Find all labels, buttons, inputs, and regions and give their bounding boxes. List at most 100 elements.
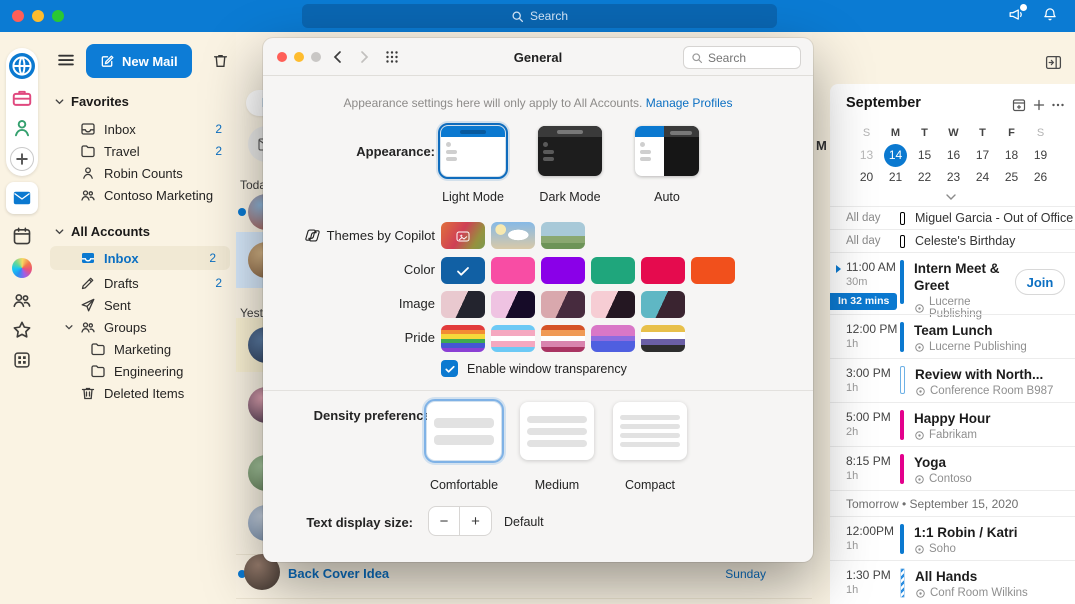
day-cell[interactable]: 13: [860, 148, 873, 162]
image-swatch-balloons[interactable]: [491, 291, 535, 318]
theme-swatch-city[interactable]: [541, 222, 585, 249]
minimize-button[interactable]: [32, 10, 44, 22]
image-swatch-beach[interactable]: [641, 291, 685, 318]
sidebar-item-engineering[interactable]: Engineering: [44, 360, 236, 382]
color-swatch-pink[interactable]: [491, 257, 535, 284]
sidebar-item-deleted-items[interactable]: Deleted Items: [44, 382, 236, 404]
sidebar-item-inbox-selected[interactable]: Inbox 2: [50, 246, 230, 270]
close-button[interactable]: [12, 10, 24, 22]
announcements-icon[interactable]: [1007, 6, 1025, 24]
sidebar-item-contoso-marketing[interactable]: Contoso Marketing: [44, 184, 236, 206]
event-intern-meet-greet[interactable]: 11:00 AM 30m Intern Meet & Greet Lucerne…: [830, 252, 1075, 314]
nav-mail-selected[interactable]: [6, 182, 38, 214]
folder-icon: [80, 143, 96, 159]
density-option-medium[interactable]: [520, 402, 594, 460]
sidebar-item-groups[interactable]: Groups: [44, 316, 236, 338]
all-accounts-section-header[interactable]: All Accounts: [54, 224, 150, 239]
decrease-text-size-button[interactable]: −: [428, 506, 460, 536]
account-avatar-globe[interactable]: [9, 53, 35, 79]
event-all-hands[interactable]: 1:30 PM 1h All Hands Conf Room Wilkins: [830, 560, 1075, 604]
person-account-icon[interactable]: [11, 117, 33, 139]
color-swatch-purple[interactable]: [541, 257, 585, 284]
day-cell[interactable]: 20: [860, 170, 873, 184]
dialog-titlebar: General: [263, 38, 813, 76]
chevron-down-icon[interactable]: [64, 322, 74, 332]
theme-swatch-copilot-generate[interactable]: [441, 222, 485, 249]
event-robin-katri[interactable]: 12:00PM 1h 1:1 Robin / Katri Soho: [830, 516, 1075, 560]
pride-swatch-lesbian[interactable]: [541, 325, 585, 352]
day-cell-selected[interactable]: 14: [884, 144, 907, 167]
sidebar-item-robin-counts[interactable]: Robin Counts: [44, 162, 236, 184]
event-happy-hour[interactable]: 5:00 PM 2h Happy Hour Fabrikam: [830, 402, 1075, 446]
day-cell[interactable]: 15: [918, 148, 931, 162]
new-event-plus-icon[interactable]: [1031, 97, 1047, 113]
new-mail-label: New Mail: [122, 54, 178, 69]
theme-swatch-sky[interactable]: [491, 222, 535, 249]
event-team-lunch[interactable]: 12:00 PM 1h Team Lunch Lucerne Publishin…: [830, 314, 1075, 358]
day-cell[interactable]: 19: [1034, 148, 1047, 162]
density-option-compact[interactable]: [613, 402, 687, 460]
manage-profiles-link[interactable]: Manage Profiles: [646, 96, 733, 110]
color-swatch-green[interactable]: [591, 257, 635, 284]
pride-swatch-bisexual[interactable]: [591, 325, 635, 352]
color-swatch-orange[interactable]: [691, 257, 735, 284]
color-swatch-red[interactable]: [641, 257, 685, 284]
appearance-option-dark[interactable]: [538, 126, 602, 176]
sidebar-item-drafts[interactable]: Drafts 2: [44, 272, 236, 294]
collapse-panel-icon[interactable]: [1045, 54, 1062, 71]
day-cell[interactable]: 25: [1005, 170, 1018, 184]
sidebar-item-marketing[interactable]: Marketing: [44, 338, 236, 360]
image-swatch-sunset-road[interactable]: [541, 291, 585, 318]
favorites-section-header[interactable]: Favorites: [54, 94, 129, 109]
nav-copilot-icon[interactable]: [12, 258, 32, 278]
transparency-checkbox-checked[interactable]: [441, 360, 458, 377]
day-cell[interactable]: 16: [947, 148, 960, 162]
day-cell[interactable]: 21: [889, 170, 902, 184]
event-miguel-ooo[interactable]: All day Miguel Garcia - Out of Office: [830, 206, 1075, 229]
nav-people-icon[interactable]: [12, 290, 32, 310]
expand-month-chevron-icon[interactable]: [944, 190, 958, 204]
increase-text-size-button[interactable]: +: [460, 506, 492, 536]
message-row-partial[interactable]: [236, 598, 812, 604]
event-review-north[interactable]: 3:00 PM 1h Review with North... Conferen…: [830, 358, 1075, 402]
image-swatch-flowers[interactable]: [591, 291, 635, 318]
nav-calendar-icon[interactable]: [12, 226, 32, 246]
day-cell[interactable]: 17: [976, 148, 989, 162]
flag-stripe: [441, 348, 485, 353]
event-yoga[interactable]: 8:15 PM 1h Yoga Contoso: [830, 446, 1075, 490]
day-cell[interactable]: 24: [976, 170, 989, 184]
day-cell[interactable]: 23: [947, 170, 960, 184]
pride-swatch-rainbow[interactable]: [441, 325, 485, 352]
calendar-view-icon[interactable]: [1011, 97, 1027, 113]
pride-swatch-transgender[interactable]: [491, 325, 535, 352]
day-cell[interactable]: 18: [1005, 148, 1018, 162]
image-swatch-mountains[interactable]: [441, 291, 485, 318]
dialog-search-input[interactable]: [708, 51, 788, 65]
global-search-bar[interactable]: Search: [302, 4, 777, 28]
briefcase-account-icon[interactable]: [11, 87, 33, 109]
add-account-button[interactable]: [10, 147, 34, 171]
location-pin-icon: [914, 342, 925, 353]
account-switcher: [6, 48, 38, 176]
join-button[interactable]: Join: [1015, 269, 1065, 295]
density-option-comfortable[interactable]: [427, 402, 501, 460]
pride-swatch-nonbinary[interactable]: [641, 325, 685, 352]
color-swatch-blue-selected[interactable]: [441, 257, 485, 284]
sidebar-item-inbox-fav[interactable]: Inbox 2: [44, 118, 236, 140]
nav-favorites-star-icon[interactable]: [12, 320, 32, 340]
hamburger-menu-icon[interactable]: [56, 50, 76, 70]
sidebar-item-sent[interactable]: Sent: [44, 294, 236, 316]
notifications-bell-icon[interactable]: [1041, 6, 1059, 24]
event-celeste-birthday[interactable]: All day Celeste's Birthday: [830, 229, 1075, 252]
appearance-option-auto[interactable]: [635, 126, 699, 176]
zoom-button[interactable]: [52, 10, 64, 22]
dialog-search-box[interactable]: [683, 46, 801, 69]
sidebar-item-travel[interactable]: Travel 2: [44, 140, 236, 162]
day-cell[interactable]: 22: [918, 170, 931, 184]
people-icon: [80, 319, 96, 335]
appearance-option-light[interactable]: [441, 126, 505, 176]
nav-apps-icon[interactable]: [12, 350, 32, 370]
day-cell[interactable]: 26: [1034, 170, 1047, 184]
new-mail-button[interactable]: New Mail: [86, 44, 192, 78]
more-options-icon[interactable]: [1050, 97, 1066, 113]
